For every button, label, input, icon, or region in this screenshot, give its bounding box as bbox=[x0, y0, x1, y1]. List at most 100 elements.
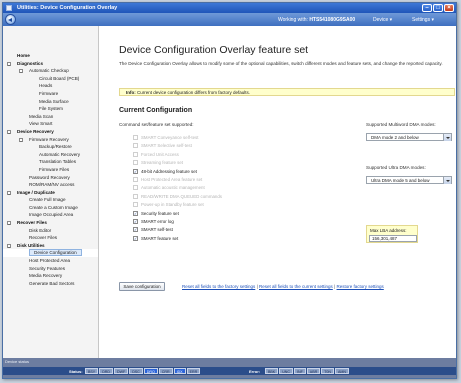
sidebar-item-label: Device Configuration bbox=[29, 249, 82, 257]
max-lba-input[interactable]: 156,301,487 bbox=[369, 235, 417, 242]
feature-row: Automatic acoustic management bbox=[133, 184, 222, 192]
sidebar-item[interactable]: View Smart bbox=[3, 120, 98, 128]
sidebar-item-label: Recover Files bbox=[29, 235, 58, 241]
save-configuration-button[interactable]: Save configuration bbox=[119, 282, 165, 291]
feature-checkbox bbox=[133, 176, 138, 182]
sidebar-item-label: Circuit Board (PCB) bbox=[39, 75, 80, 81]
error-register-flags: BBK UNC INF ABR T0N AMN bbox=[265, 368, 349, 374]
minimize-icon[interactable]: – bbox=[422, 4, 432, 12]
collapse-toggle-icon[interactable]: – bbox=[7, 221, 11, 226]
register-flag: DSC bbox=[129, 368, 143, 374]
sidebar-item[interactable]: – Disk Utilities bbox=[3, 242, 98, 250]
main-content: Device Configuration Overlay feature set… bbox=[100, 26, 456, 358]
sidebar-item-label: Firmware Recovery bbox=[29, 136, 69, 142]
chevron-down-icon[interactable] bbox=[443, 134, 451, 141]
sidebar-item[interactable]: Circuit Board (PCB) bbox=[3, 75, 98, 83]
collapse-toggle-icon[interactable]: – bbox=[19, 137, 23, 142]
sidebar-item-label: Automatic Recovery bbox=[39, 151, 81, 157]
maximize-icon[interactable]: □ bbox=[433, 4, 443, 12]
mdma-value: DMA mode 2 and below bbox=[371, 135, 419, 140]
device-menu[interactable]: Device ▾ bbox=[373, 17, 392, 23]
udma-select[interactable]: Ultra DMA mode 5 and below bbox=[366, 176, 452, 184]
collapse-toggle-icon[interactable]: – bbox=[7, 61, 11, 66]
register-row: Status: BSY DRD DWF DSC DRQ CRR IDX ERR Error: … bbox=[3, 367, 456, 375]
sidebar-item[interactable]: Disk Editor bbox=[3, 227, 98, 235]
sidebar-item[interactable]: Translation Tables bbox=[3, 158, 98, 166]
sidebar-item-label: Heads bbox=[39, 83, 53, 89]
sidebar-item[interactable]: Host Protected Area bbox=[3, 257, 98, 265]
sidebar-item[interactable]: – Device Recovery bbox=[3, 128, 98, 136]
sidebar-item-label: Image Occupied Area bbox=[29, 212, 74, 218]
feature-row: READ/WRITE DMA QUEUED commands bbox=[133, 193, 222, 201]
status-register-label: Status: bbox=[69, 368, 83, 374]
sidebar-item[interactable]: – Diagnostics bbox=[3, 60, 98, 68]
sidebar-item[interactable]: – Firmware Recovery bbox=[3, 136, 98, 144]
feature-checkbox[interactable]: ✓ bbox=[133, 210, 138, 216]
sidebar-item[interactable]: Home bbox=[3, 52, 98, 60]
collapse-toggle-icon[interactable]: – bbox=[7, 129, 11, 134]
feature-checkbox[interactable]: ✓ bbox=[133, 235, 138, 241]
sidebar-item[interactable]: Recover Files bbox=[3, 234, 98, 242]
sidebar-item[interactable]: Create a Custom Image bbox=[3, 204, 98, 212]
sidebar-item[interactable]: Automatic Recovery bbox=[3, 151, 98, 159]
sidebar-item[interactable]: Media Recovery bbox=[3, 272, 98, 280]
udma-label: Supported Ultra DMA modes: bbox=[366, 165, 426, 170]
sidebar-item[interactable]: Media Surface bbox=[3, 98, 98, 106]
sidebar-item-label: Disk Editor bbox=[29, 227, 52, 233]
sidebar-item-label: Media Recovery bbox=[29, 273, 63, 279]
feature-label: Forced Unit Access bbox=[141, 151, 179, 157]
back-arrow-icon[interactable] bbox=[5, 14, 16, 25]
sidebar-item[interactable]: – Image / Duplicate bbox=[3, 189, 98, 197]
window-title: Utilities: Device Configuration Overlay bbox=[17, 5, 118, 11]
restore-factory-link[interactable]: Restore factory settings bbox=[337, 284, 384, 289]
register-flag: INF bbox=[294, 368, 306, 374]
sidebar-item-label: File System bbox=[39, 106, 63, 112]
sidebar-item-label: Disk Utilities bbox=[17, 242, 45, 248]
sidebar-item[interactable]: File System bbox=[3, 105, 98, 113]
collapse-toggle-icon[interactable]: – bbox=[19, 69, 23, 74]
feature-checkbox[interactable]: ✓ bbox=[133, 227, 138, 233]
udma-value: Ultra DMA mode 5 and below bbox=[371, 178, 430, 183]
feature-row: ✓ SMART feature set bbox=[133, 235, 222, 243]
feature-checkbox[interactable]: ✓ bbox=[133, 168, 138, 174]
feature-label: SMART self-test bbox=[141, 227, 173, 233]
collapse-toggle-icon[interactable]: – bbox=[7, 190, 11, 195]
page-title: Device Configuration Overlay feature set bbox=[119, 44, 309, 56]
app-icon bbox=[6, 5, 12, 11]
feature-checkbox bbox=[133, 160, 138, 166]
sidebar-item[interactable]: Firmware Files bbox=[3, 166, 98, 174]
sidebar-item[interactable]: Firmware bbox=[3, 90, 98, 98]
sidebar-item[interactable]: Create Full Image bbox=[3, 196, 98, 204]
sidebar-item[interactable]: – Automatic Checkup bbox=[3, 67, 98, 75]
sidebar-item[interactable]: Device Configuration bbox=[3, 249, 98, 258]
settings-menu[interactable]: Settings ▾ bbox=[412, 17, 434, 23]
max-lba-box: Max LBA address: 156,301,487 bbox=[366, 225, 418, 243]
close-icon[interactable]: × bbox=[444, 4, 454, 12]
sidebar-item[interactable]: Heads bbox=[3, 82, 98, 90]
feature-label: SMART error log bbox=[141, 218, 174, 224]
info-text: Current device configuration differs fro… bbox=[137, 90, 250, 95]
mdma-select[interactable]: DMA mode 2 and below bbox=[366, 133, 452, 141]
sidebar-item[interactable]: ROM/RAM/NV access bbox=[3, 181, 98, 189]
feature-checkbox[interactable]: ✓ bbox=[133, 218, 138, 224]
collapse-toggle-icon[interactable]: – bbox=[7, 243, 11, 248]
sidebar-item[interactable]: Password Recovery bbox=[3, 174, 98, 182]
sidebar-item[interactable]: Image Occupied Area bbox=[3, 211, 98, 219]
sidebar-item-label: Translation Tables bbox=[39, 159, 77, 165]
sidebar-item[interactable]: Media Scan bbox=[3, 113, 98, 121]
sidebar-item-label: Create Full Image bbox=[29, 197, 66, 203]
sidebar-item[interactable]: – Recover Files bbox=[3, 219, 98, 227]
feature-row: ✓ 48-bit Addressing feature set bbox=[133, 168, 222, 176]
sidebar-item-label: Media Scan bbox=[29, 113, 54, 119]
working-prefix: Working with: bbox=[278, 17, 308, 23]
sidebar-item[interactable]: Security Features bbox=[3, 265, 98, 273]
sidebar-item[interactable]: Generate Bad Sectors bbox=[3, 280, 98, 288]
reset-factory-link[interactable]: Reset all fields to the factory settings bbox=[182, 284, 255, 289]
reset-current-link[interactable]: Reset all fields to the current settings bbox=[259, 284, 333, 289]
sidebar-item-label: Firmware bbox=[39, 90, 59, 96]
command-set-label: Command set/feature set supported: bbox=[119, 122, 194, 127]
register-flag: BSY bbox=[85, 368, 99, 374]
feature-label: SMART feature set bbox=[141, 235, 179, 241]
chevron-down-icon[interactable] bbox=[443, 177, 451, 184]
sidebar-item[interactable]: Backup/Restore bbox=[3, 143, 98, 151]
